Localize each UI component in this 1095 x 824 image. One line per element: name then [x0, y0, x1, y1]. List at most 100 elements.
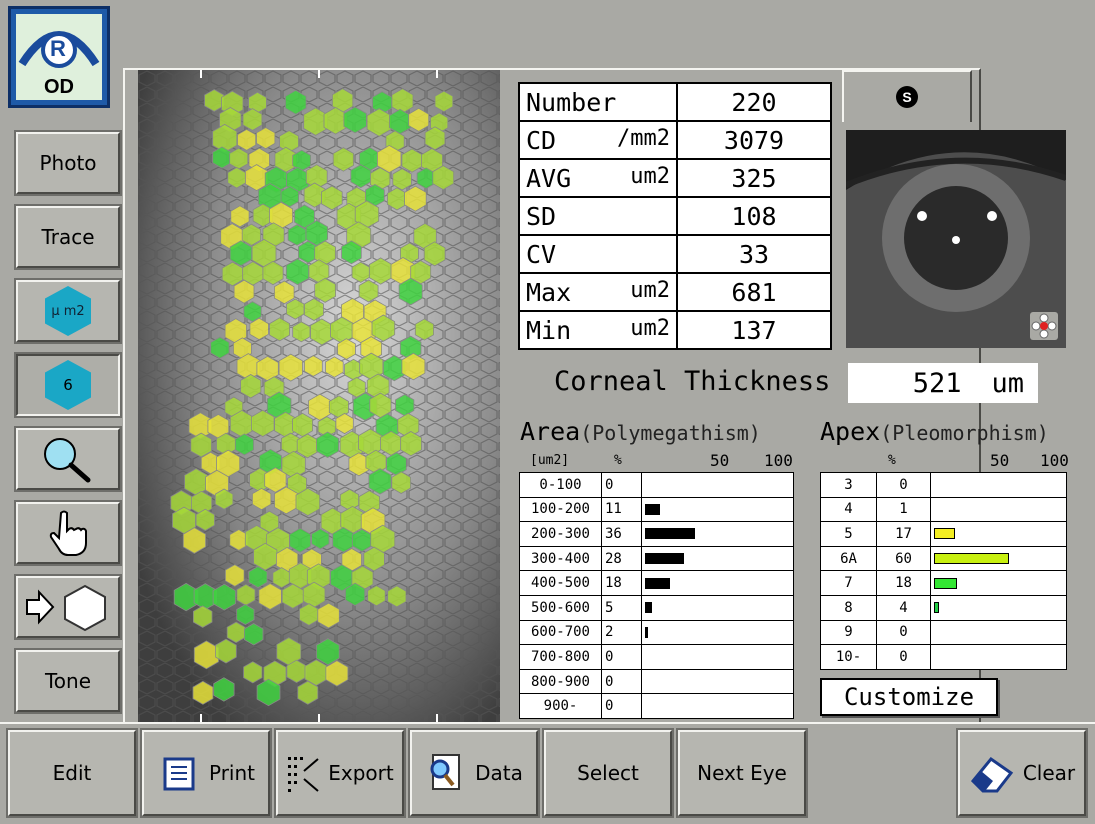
stat-value: 3079	[676, 120, 832, 160]
add-cell-button[interactable]	[14, 574, 122, 640]
area-scale-100: 100	[764, 451, 793, 470]
area-range: 800-900	[519, 668, 602, 695]
apex-mode-button[interactable]: 6	[14, 352, 122, 418]
next-eye-button[interactable]: Next Eye	[676, 728, 808, 818]
area-col-pct: %	[614, 453, 622, 468]
apex-sides: 10-	[820, 644, 877, 670]
area-row: 800-900 0	[519, 668, 794, 695]
apex-bar	[934, 553, 1009, 565]
clear-button[interactable]: Clear	[956, 728, 1088, 818]
stat-row: AVG um2 325	[518, 158, 832, 198]
area-pct: 5	[601, 594, 642, 621]
stat-unit: um2	[630, 163, 670, 189]
stat-unit: um2	[630, 277, 670, 303]
trace-button[interactable]: Trace	[14, 204, 122, 270]
apex-row: 6A 60	[820, 545, 1067, 572]
image-tick-top-1	[200, 70, 202, 78]
area-range: 100-200	[519, 496, 602, 523]
apex-pct: 4	[876, 594, 931, 621]
stat-label-cell: SD	[518, 196, 678, 236]
apex-bar	[934, 577, 957, 589]
corneal-thickness-value: 521 um	[848, 363, 1038, 403]
hand-tool-button[interactable]	[14, 500, 122, 566]
stat-label-cell: Number	[518, 82, 678, 122]
area-bar-cell	[641, 668, 794, 695]
endothelium-image[interactable]	[138, 70, 500, 722]
zoom-button[interactable]	[14, 426, 122, 492]
image-tick-top-2	[318, 70, 320, 78]
image-tick-bottom-2	[318, 714, 320, 722]
apex-pct: 0	[876, 644, 931, 670]
edit-button[interactable]: Edit	[6, 728, 138, 818]
stat-name: AVG	[526, 163, 572, 193]
photo-button[interactable]: Photo	[14, 130, 122, 196]
area-range: 300-400	[519, 545, 602, 572]
area-range: 700-800	[519, 644, 602, 670]
area-col-unit: [um2]	[530, 453, 570, 468]
apex-pct: 0	[876, 472, 931, 498]
area-pct: 0	[601, 668, 642, 695]
stereo-icon: S	[896, 86, 918, 108]
apex-pct: 1	[876, 496, 931, 523]
customize-button[interactable]: Customize	[820, 678, 998, 716]
apex-bar-cell	[930, 619, 1067, 646]
area-pct: 28	[601, 545, 642, 572]
apex-sides: 8	[820, 594, 877, 621]
area-pct: 18	[601, 570, 642, 596]
print-button[interactable]: Print	[140, 728, 272, 818]
area-row: 600-700 2	[519, 619, 794, 646]
apex-bar-cell	[930, 594, 1067, 621]
stat-value: 681	[676, 272, 832, 312]
area-range: 900-	[519, 693, 602, 719]
stat-value: 137	[676, 310, 832, 350]
eye-letter: R	[50, 36, 66, 61]
apex-bar-cell	[930, 521, 1067, 547]
image-tick-bottom-3	[436, 714, 438, 722]
area-pct: 0	[601, 644, 642, 670]
stat-label-cell: CD/mm2	[518, 120, 678, 160]
hexagon-six-icon: 6	[45, 360, 91, 410]
magnifier-icon	[44, 438, 91, 483]
area-bar	[645, 626, 648, 638]
apex-sides: 4	[820, 496, 877, 523]
apex-bar	[934, 528, 956, 540]
apex-sides: 6A	[820, 545, 877, 572]
area-bar-cell	[641, 693, 794, 719]
apex-row: 10- 0	[820, 644, 1067, 670]
eye-photo	[846, 130, 1066, 348]
data-button[interactable]: Data	[408, 728, 540, 818]
area-bar-cell	[641, 496, 794, 523]
apex-row: 7 18	[820, 570, 1067, 596]
apex-sides: 9	[820, 619, 877, 646]
export-button[interactable]: Export	[274, 728, 406, 818]
area-bar	[645, 577, 671, 589]
area-pct: 36	[601, 521, 642, 547]
camera-tab[interactable]: S	[842, 70, 972, 122]
stat-label-cell: AVG um2	[518, 158, 678, 198]
stat-row: Min um2 137	[518, 310, 832, 350]
area-bar-cell	[641, 644, 794, 670]
apex-bar-cell	[930, 496, 1067, 523]
eye-badge: R OD	[8, 6, 110, 108]
tone-button[interactable]: Tone	[14, 648, 122, 714]
area-row: 700-800 0	[519, 644, 794, 670]
area-row: 900- 0	[519, 693, 794, 719]
apex-bar-cell	[930, 545, 1067, 572]
stat-label-cell: CV	[518, 234, 678, 274]
apex-title: Apex(Pleomorphism)	[820, 417, 1049, 446]
select-button[interactable]: Select	[542, 728, 674, 818]
stat-label-cell: Min um2	[518, 310, 678, 350]
apex-bar-cell	[930, 570, 1067, 596]
stat-row: SD 108	[518, 196, 832, 236]
eye-side-label: OD	[44, 76, 74, 98]
area-bar	[645, 602, 652, 614]
stat-value: 220	[676, 82, 832, 122]
area-mode-button[interactable]: μ m2	[14, 278, 122, 344]
corneal-value: 521	[912, 367, 962, 399]
area-title: Area(Polymegathism)	[520, 417, 761, 446]
apex-scale-100: 100	[1040, 451, 1069, 470]
apex-pct: 17	[876, 521, 931, 547]
apex-row: 90	[820, 619, 1067, 646]
apex-sides: 5	[820, 521, 877, 547]
area-pct: 2	[601, 619, 642, 646]
